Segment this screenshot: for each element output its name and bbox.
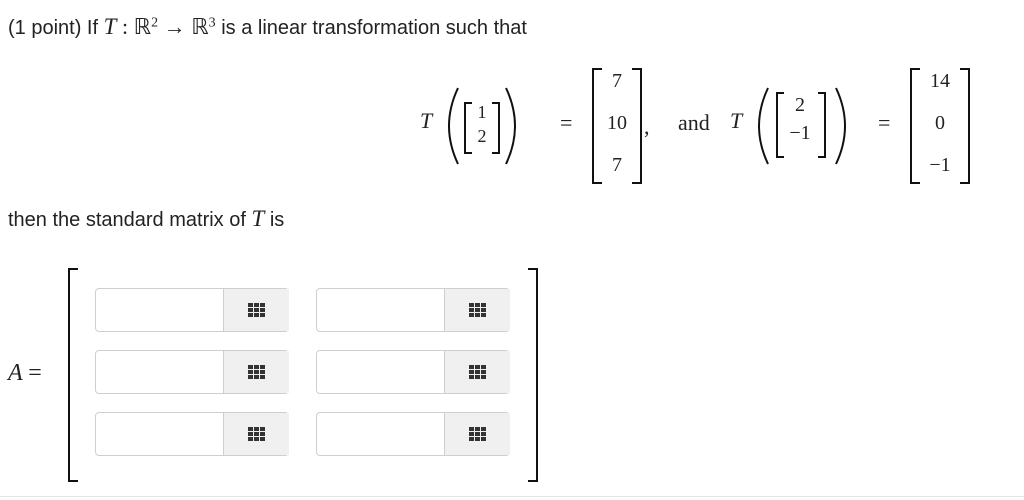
output2-left-bracket [910, 68, 920, 184]
answer-input[interactable] [317, 289, 444, 331]
codomain-exponent: 3 [208, 15, 216, 31]
right-paren [505, 87, 516, 165]
answer-cell-r2c1 [95, 350, 289, 394]
palette-button[interactable] [444, 289, 510, 331]
answer-input[interactable] [96, 413, 223, 455]
grid-icon [469, 365, 486, 379]
input1-right-bracket [492, 102, 500, 154]
grid-icon [248, 427, 265, 441]
answer-cell-r3c1 [95, 412, 289, 456]
answer-input[interactable] [96, 289, 223, 331]
T-symbol: T [420, 108, 433, 133]
input1-left-bracket [464, 102, 472, 154]
answer-input[interactable] [317, 413, 444, 455]
grid-icon [248, 303, 265, 317]
comma: , [644, 114, 650, 139]
input1-entry: 2 [477, 126, 487, 146]
input1-entry: 1 [477, 102, 487, 122]
palette-button[interactable] [223, 289, 289, 331]
problem-statement: (1 point) If T : ℝ2 → ℝ3 is a linear tra… [8, 14, 527, 40]
and-word: and [678, 110, 710, 135]
output1-entry: 7 [612, 154, 622, 176]
T-symbol: T [251, 206, 265, 231]
palette-button[interactable] [444, 351, 510, 393]
bottom-divider [0, 496, 1024, 497]
input2-entry: −1 [789, 122, 811, 144]
domain-exponent: 2 [151, 15, 159, 31]
question-text: then the standard matrix of T is [8, 206, 284, 232]
left-paren [448, 87, 459, 165]
left-paren [758, 87, 769, 165]
palette-button[interactable] [223, 351, 289, 393]
grid-icon [469, 303, 486, 317]
answer-cell-r1c1 [95, 288, 289, 332]
equals-sign: = [878, 110, 891, 135]
transformation-equation: T 1 2 = 7 10 7 , and T 2 −1 = 14 0 −1 [420, 62, 980, 184]
matrix-right-bracket [528, 268, 538, 482]
matrix-name: A [8, 360, 23, 386]
equals-sign: = [28, 360, 42, 386]
palette-button[interactable] [444, 413, 510, 455]
answer-cell-r2c2 [316, 350, 510, 394]
right-paren [835, 87, 846, 165]
palette-button[interactable] [223, 413, 289, 455]
answer-cell-r1c2 [316, 288, 510, 332]
codomain-symbol: ℝ [191, 14, 209, 39]
question-pre: then the standard matrix of [8, 209, 246, 231]
T-symbol: T [730, 108, 743, 133]
output1-entry: 7 [612, 70, 622, 92]
output1-left-bracket [592, 68, 602, 184]
problem-intro-end: is a linear transformation such that [221, 17, 527, 39]
matrix-left-bracket [68, 268, 78, 482]
input2-right-bracket [818, 92, 826, 158]
grid-icon [248, 365, 265, 379]
output1-entry: 10 [607, 112, 627, 134]
answer-input[interactable] [96, 351, 223, 393]
equals-sign: = [560, 110, 573, 135]
output2-right-bracket [960, 68, 970, 184]
question-post: is [269, 209, 285, 231]
map-symbol: T [103, 14, 117, 39]
colon: : [121, 14, 129, 39]
grid-icon [469, 427, 486, 441]
output2-entry: 14 [930, 70, 950, 92]
output1-right-bracket [632, 68, 642, 184]
matrix-label: A = [8, 360, 42, 387]
answer-input[interactable] [317, 351, 444, 393]
domain-symbol: ℝ [133, 14, 152, 39]
answer-cell-r3c2 [316, 412, 510, 456]
input2-entry: 2 [795, 94, 805, 116]
output2-entry: −1 [929, 154, 951, 176]
problem-intro: (1 point) If [8, 17, 99, 39]
arrow-symbol: → [163, 14, 186, 39]
output2-entry: 0 [935, 112, 945, 134]
